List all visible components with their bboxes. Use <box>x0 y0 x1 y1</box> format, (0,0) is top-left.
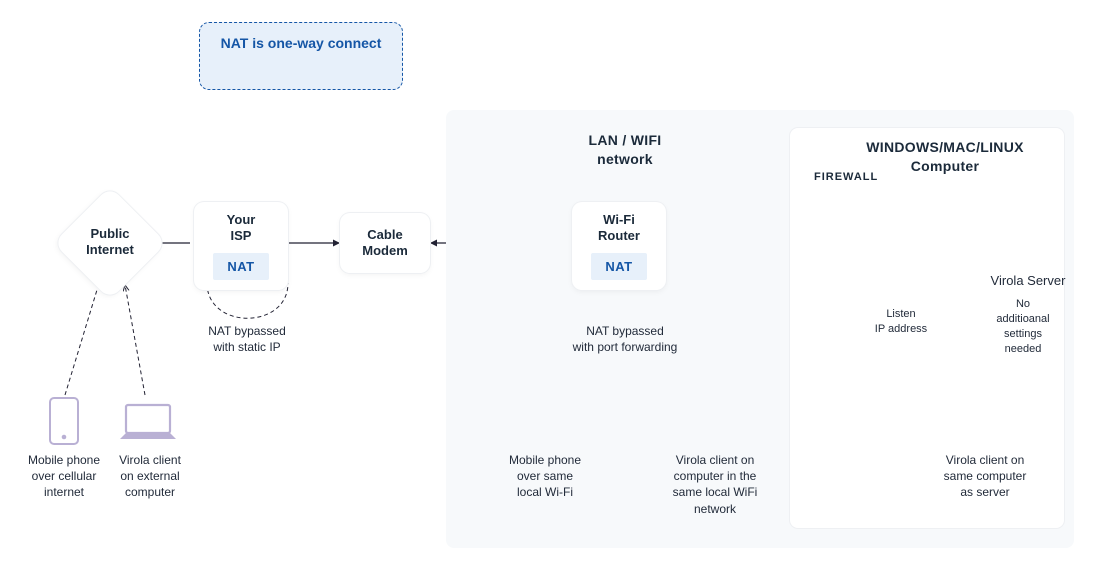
nat-info-title: NAT is one-way connect <box>200 35 402 51</box>
caption-client-external: Virola clienton externalcomputer <box>110 452 190 501</box>
public-internet-label: PublicInternet <box>65 226 155 259</box>
nat-badge-isp: NAT <box>213 253 268 280</box>
nat-badge-router: NAT <box>591 253 646 280</box>
wifi-router-node: Wi-FiRouter NAT <box>572 202 666 290</box>
caption-mobile-cellular: Mobile phoneover cellularinternet <box>23 452 105 501</box>
laptop-icon <box>120 405 176 439</box>
cable-modem-label: CableModem <box>362 227 408 260</box>
firewall-label: FIREWALL <box>814 171 878 183</box>
caption-nat-port: NAT bypassedwith port forwarding <box>560 323 690 355</box>
caption-nat-static: NAT bypassedwith static IP <box>202 323 292 355</box>
caption-mobile-same-wifi: Mobile phoneover samelocal Wi-Fi <box>500 452 590 501</box>
caption-listen-ip: ListenIP address <box>870 307 932 337</box>
diagram-stage: NAT is one-way connect LAN / WIFInetwork… <box>0 0 1096 569</box>
nat-info-box: NAT is one-way connect <box>199 22 403 90</box>
cable-modem-node: CableModem <box>340 213 430 273</box>
phone-icon <box>50 398 78 444</box>
isp-label: YourISP <box>202 212 280 245</box>
wifi-router-label: Wi-FiRouter <box>580 212 658 245</box>
lan-wifi-title: LAN / WIFInetwork <box>525 131 725 169</box>
isp-node: YourISP NAT <box>194 202 288 290</box>
virola-server-label: Virola Server <box>988 272 1068 290</box>
caption-no-settings: Noadditioanalsettingsneeded <box>992 297 1054 356</box>
caption-client-same-computer: Virola client onsame computeras server <box>935 452 1035 501</box>
caption-client-same-lan: Virola client oncomputer in thesame loca… <box>665 452 765 517</box>
